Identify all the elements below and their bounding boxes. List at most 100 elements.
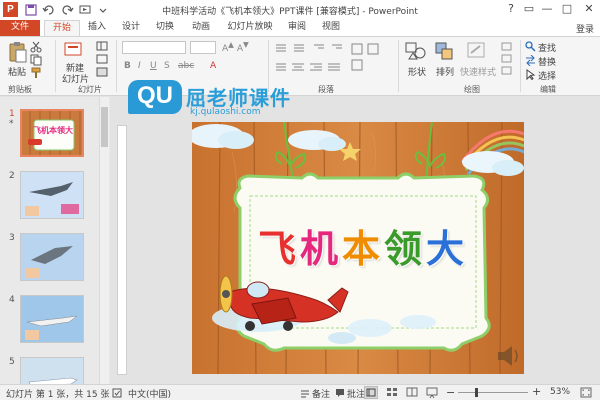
replace-button[interactable]: 替换 — [538, 55, 556, 68]
fit-to-window-icon[interactable] — [580, 387, 592, 398]
section-icon[interactable] — [96, 67, 108, 77]
ribbon-display-options-button[interactable]: ▭ — [522, 2, 536, 15]
thumbnail-number: 5 — [9, 357, 15, 367]
slide-title[interactable]: 飞机本领大 — [250, 218, 476, 273]
layout-icon[interactable] — [96, 41, 108, 51]
tab-view[interactable]: 视图 — [316, 20, 346, 36]
format-painter-icon[interactable] — [30, 67, 42, 79]
window-title: 中班科学活动《飞机本领大》PPT课件 [兼容模式] - PowerPoint — [162, 7, 418, 17]
thumbnail-number: 4 — [9, 295, 15, 305]
thumbnail-3-image — [21, 234, 83, 280]
arrange-icon[interactable] — [434, 41, 456, 61]
notes-icon — [301, 390, 309, 398]
slide-sorter-icon[interactable] — [386, 387, 398, 398]
login-link[interactable]: 登录 — [576, 22, 594, 35]
thumbnail-1-title: 飞机本领大 — [33, 126, 73, 135]
title-bar: P 中班科学活动《飞机本领大》PPT课件 [兼容模式] - PowerPoint… — [0, 0, 600, 20]
quick-styles-button[interactable]: 快速样式 — [460, 65, 496, 78]
slideshow-icon[interactable] — [426, 387, 438, 398]
zoom-out-button[interactable]: − — [446, 386, 455, 399]
find-button[interactable]: 查找 — [538, 41, 556, 54]
thumbnail-number: 3 — [9, 233, 15, 243]
slide-title-char: 机 — [299, 227, 342, 271]
paragraph-controls-icon[interactable] — [274, 42, 384, 74]
font-color-button[interactable]: A — [210, 61, 216, 71]
main-slide-canvas[interactable]: 飞机本领大 — [192, 122, 524, 374]
close-button[interactable]: ✕ — [582, 2, 596, 15]
normal-view-icon — [366, 388, 376, 397]
thumbnail-scrollbar[interactable] — [99, 97, 109, 384]
comments-icon — [336, 389, 344, 397]
tab-home[interactable]: 开始 — [44, 20, 80, 36]
copy-icon[interactable] — [30, 54, 42, 66]
save-icon[interactable] — [24, 3, 38, 17]
font-grow-shrink[interactable]: A▲ A▼ — [222, 40, 249, 54]
watermark-url: kj.qulaoshi.com — [190, 107, 261, 117]
tab-insert[interactable]: 插入 — [82, 20, 112, 36]
powerpoint-logo-icon[interactable]: P — [3, 2, 18, 17]
clipboard-group-label: 剪贴板 — [8, 85, 32, 94]
zoom-slider-thumb[interactable] — [475, 388, 478, 397]
reset-icon[interactable] — [96, 54, 108, 64]
zoom-slider-track[interactable] — [458, 392, 528, 393]
quick-styles-icon[interactable] — [466, 41, 488, 61]
status-bar: 幻灯片 第 1 张，共 15 张 中文(中国) 备注 批注 − + 53% — [0, 384, 600, 400]
present-from-start-icon[interactable] — [78, 3, 92, 17]
spell-check-icon[interactable] — [112, 388, 122, 398]
customize-toolbar-icon[interactable] — [96, 3, 110, 17]
new-slide-icon[interactable] — [64, 41, 84, 59]
slide-thumbnail-pane: 1 * 飞机本领大 2 3 4 5 — [0, 97, 110, 384]
cut-icon[interactable] — [30, 41, 42, 53]
tab-slideshow[interactable]: 幻灯片放映 — [222, 20, 278, 36]
help-button[interactable]: ? — [504, 2, 518, 15]
bold-button[interactable]: B — [124, 61, 131, 71]
strikethrough-button[interactable]: abc — [178, 61, 194, 71]
thumbnail-slide-4[interactable] — [20, 295, 84, 343]
underline-button[interactable]: U — [150, 61, 157, 71]
thumbnail-slide-5[interactable] — [20, 357, 84, 384]
shape-fill-outline-effects-icon[interactable] — [500, 41, 514, 77]
paste-icon[interactable] — [8, 41, 28, 63]
shadow-button[interactable]: S — [164, 61, 170, 71]
zoom-level[interactable]: 53% — [550, 387, 570, 397]
thumbnail-scrollbar-thumb[interactable] — [101, 107, 108, 147]
tab-design[interactable]: 设计 — [116, 20, 146, 36]
zoom-in-button[interactable]: + — [532, 385, 541, 398]
shapes-icon[interactable] — [405, 41, 427, 61]
watermark-logo: QU 屈老师课件 kj.qulaoshi.com — [128, 80, 338, 120]
find-icon[interactable] — [525, 41, 536, 52]
reading-view-icon[interactable] — [406, 387, 418, 398]
tab-file[interactable]: 文件 — [0, 20, 40, 36]
comments-button[interactable]: 批注 — [347, 387, 365, 400]
vertical-ruler — [117, 125, 127, 375]
watermark-badge: QU — [128, 80, 182, 114]
tab-animations[interactable]: 动画 — [186, 20, 216, 36]
group-separator — [116, 40, 117, 92]
redo-icon[interactable] — [60, 3, 74, 17]
group-separator — [520, 40, 521, 92]
shapes-button[interactable]: 形状 — [408, 65, 426, 78]
slide-title-char: 本 — [341, 227, 384, 271]
tab-transitions[interactable]: 切换 — [150, 20, 180, 36]
thumbnail-slide-2[interactable] — [20, 171, 84, 219]
italic-button[interactable]: I — [138, 61, 141, 71]
select-icon[interactable] — [525, 69, 536, 80]
slide-title-char: 领 — [384, 227, 427, 271]
ribbon-tabs: 文件 开始 插入 设计 切换 动画 幻灯片放映 审阅 视图 登录 — [0, 20, 600, 36]
replace-icon[interactable] — [525, 55, 536, 66]
arrange-button[interactable]: 排列 — [436, 65, 454, 78]
maximize-button[interactable]: □ — [560, 2, 574, 15]
normal-view-button[interactable] — [364, 386, 378, 399]
undo-icon[interactable] — [42, 3, 56, 17]
thumbnail-slide-3[interactable] — [20, 233, 84, 281]
language-indicator[interactable]: 中文(中国) — [128, 387, 171, 400]
font-size-box[interactable] — [190, 41, 216, 54]
group-separator — [55, 40, 56, 92]
tab-review[interactable]: 审阅 — [282, 20, 312, 36]
thumbnail-5-image — [21, 358, 83, 384]
paste-button[interactable]: 粘贴 — [8, 65, 26, 78]
select-button[interactable]: 选择 — [538, 69, 556, 82]
minimize-button[interactable]: — — [540, 2, 554, 15]
notes-button[interactable]: 备注 — [312, 387, 330, 400]
font-name-box[interactable] — [122, 41, 186, 54]
